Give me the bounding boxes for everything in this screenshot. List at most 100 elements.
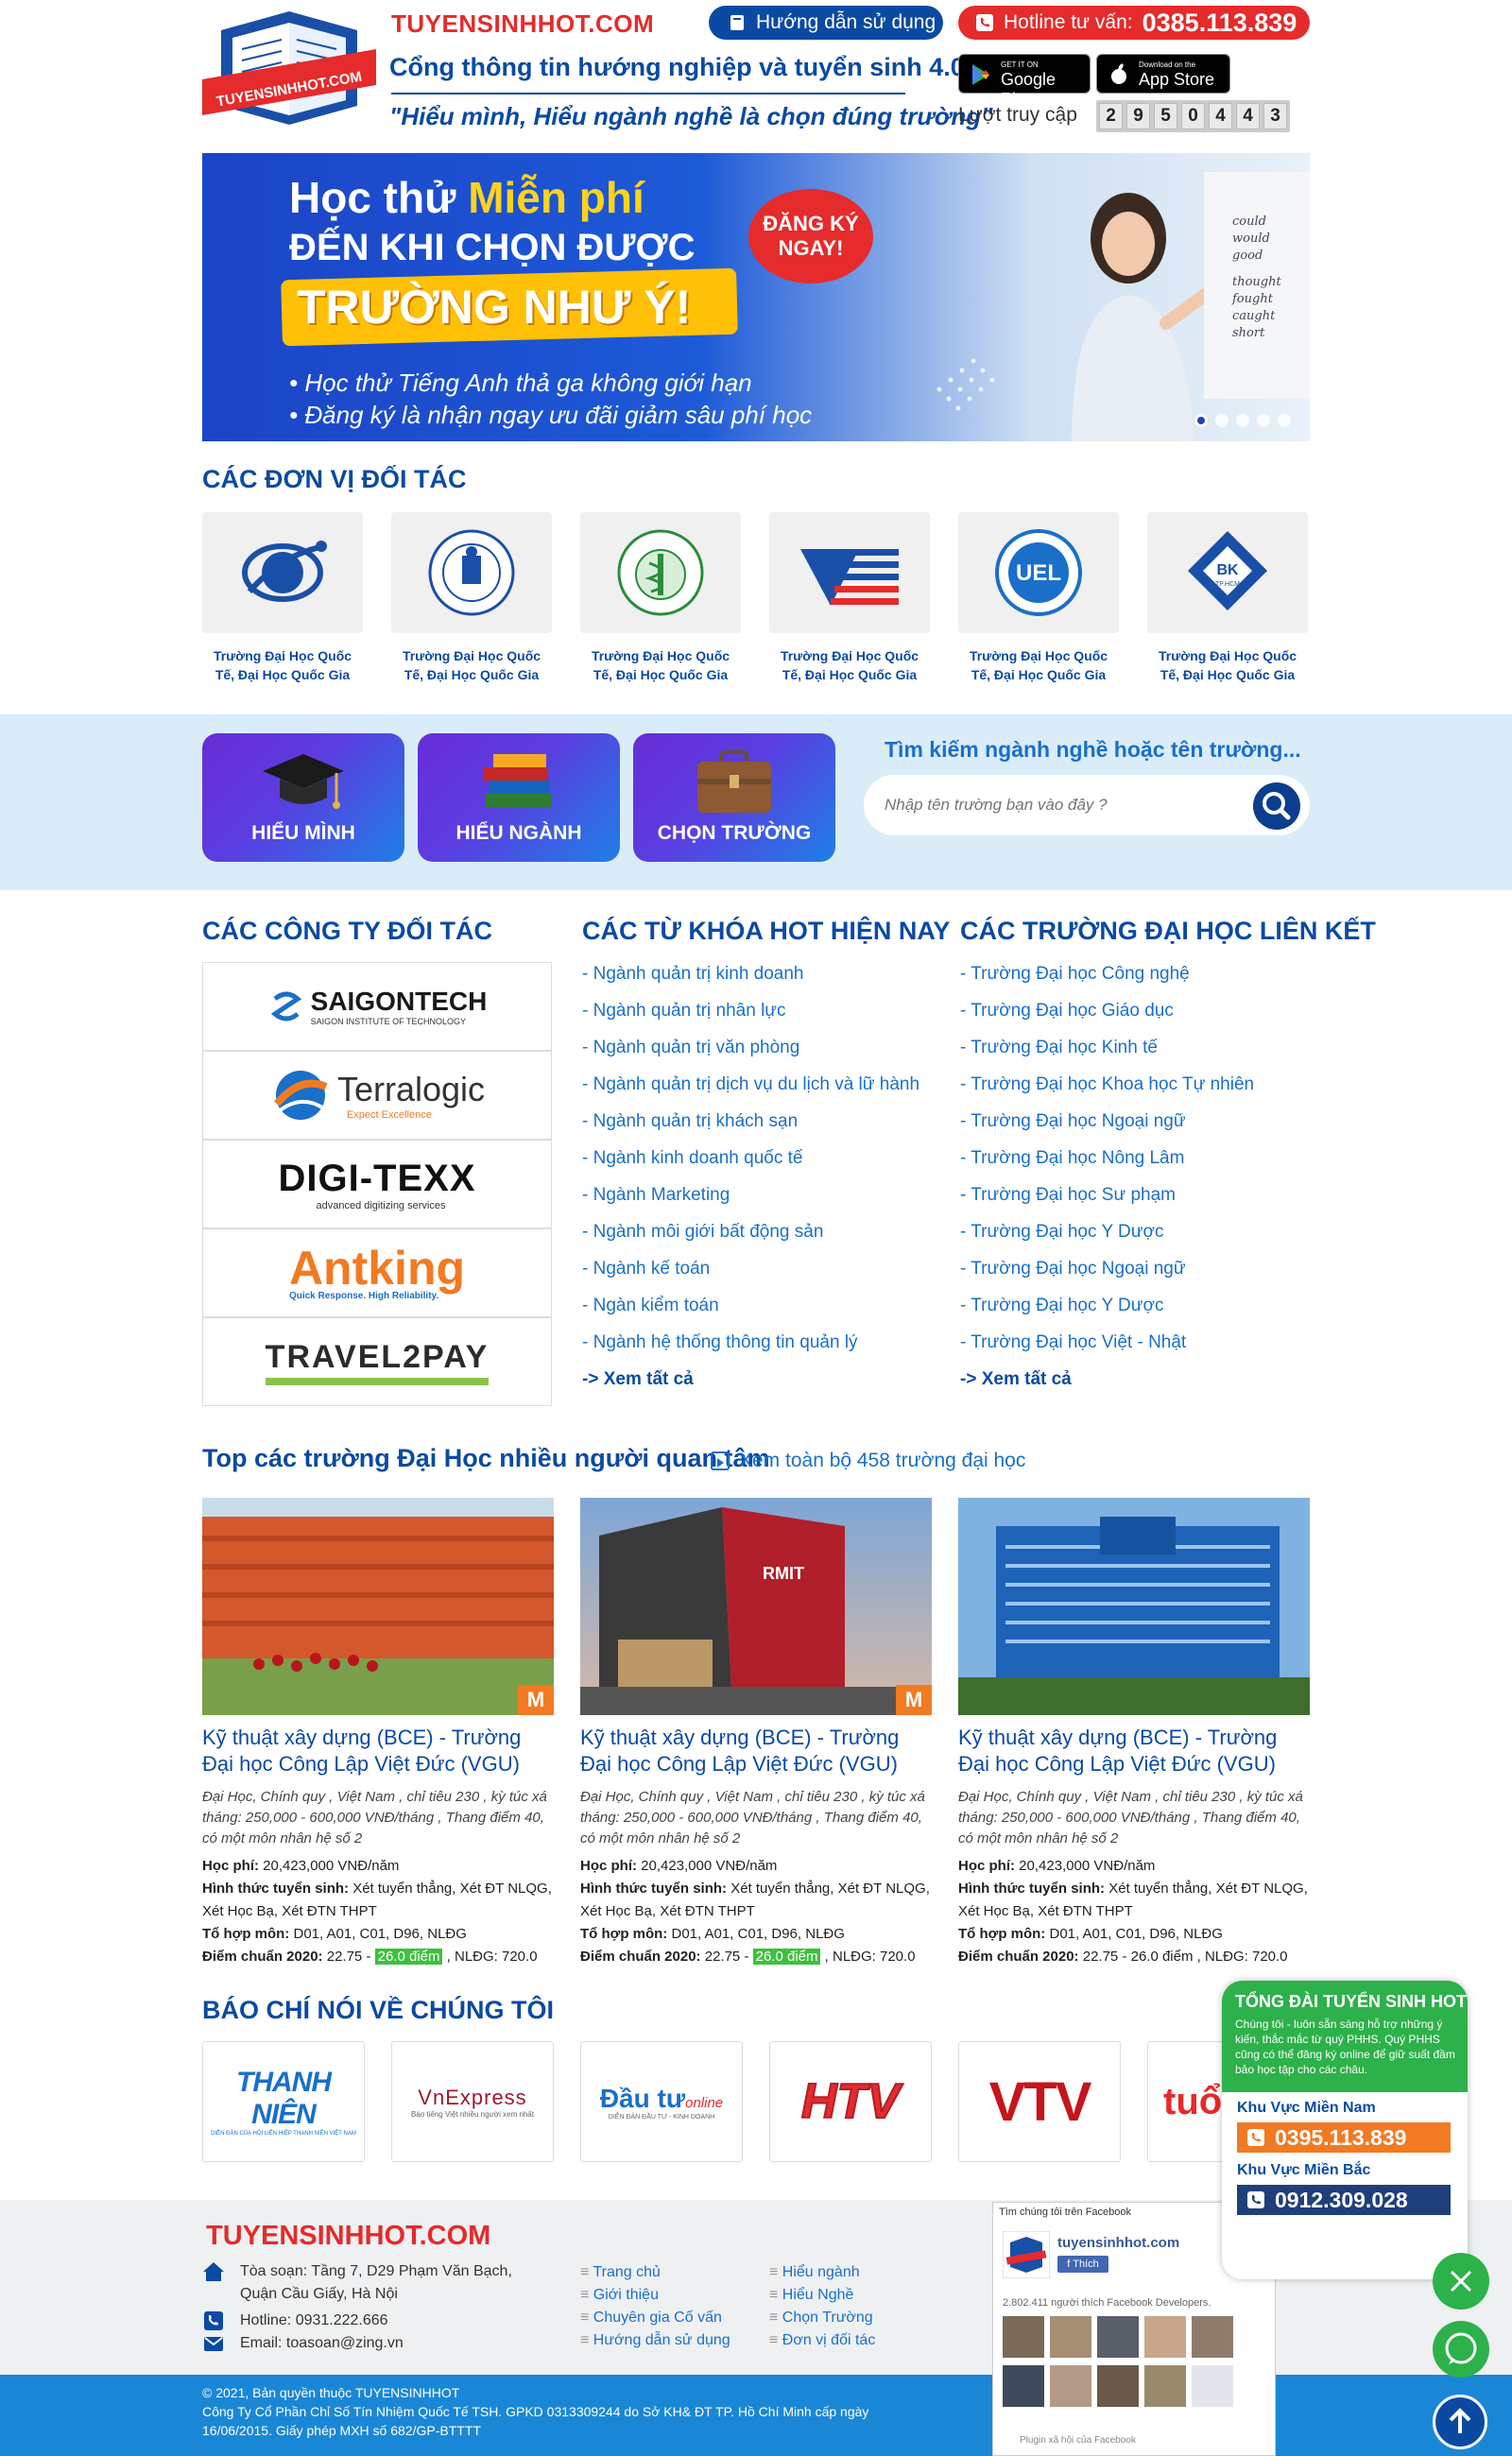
hero-banner[interactable]: Học thử Miễn phí ĐẾN KHI CHỌN ĐƯỢC TRƯỜN… (202, 153, 1310, 441)
banner-dot[interactable] (1194, 414, 1208, 427)
footer-link-about[interactable]: ≡ Giới thiệu (580, 2287, 659, 2304)
school-link[interactable]: - Trường Đại học Giáo dục (960, 1001, 1174, 1022)
school-link[interactable]: - Trường Đại học Ngoại ngữ (960, 1259, 1186, 1280)
school-card[interactable]: M Kỹ thuật xây dựng (BCE) - Trường Đại h… (202, 1498, 554, 1968)
facebook-fan-avatar[interactable] (1097, 2316, 1139, 2358)
facebook-fan-avatar[interactable] (1144, 2316, 1186, 2358)
footer-link-guide[interactable]: ≡ Hướng dẫn sử dụng (580, 2332, 730, 2349)
keyword-link[interactable]: - Ngành hệ thống thông tin quản lý (582, 1332, 858, 1353)
keywords-view-all-link[interactable]: -> Xem tất cả (582, 1369, 694, 1390)
school-link[interactable]: - Trường Đại học Y Dược (960, 1222, 1163, 1243)
choose-school-label: CHỌN TRƯỜNG (657, 822, 812, 844)
register-now-bubble[interactable]: ĐĂNG KÝ NGAY! (748, 189, 873, 283)
company-logo-saigontech[interactable]: SAIGONTECH SAIGON INSTITUTE OF TECHNOLOGY (202, 962, 552, 1051)
search-input[interactable] (885, 790, 1244, 820)
schools-view-all-link[interactable]: -> Xem tất cả (960, 1369, 1072, 1390)
school-link[interactable]: - Trường Đại học Khoa học Tự nhiên (960, 1074, 1254, 1095)
search-button[interactable] (1253, 782, 1300, 830)
facebook-fan-avatar[interactable] (1050, 2316, 1091, 2358)
footer-link-career[interactable]: ≡ Hiểu Nghề (769, 2287, 853, 2304)
press-logo-thanhnien[interactable]: THANH NIÊN DIỄN ĐÀN CỦA HỘI LIÊN HIỆP THA… (202, 2041, 365, 2162)
school-card-desc: Đại Học, Chính quy , Việt Nam , chỉ tiêu… (958, 1789, 1303, 1846)
keyword-link[interactable]: - Ngành Marketing (582, 1185, 730, 1206)
keyword-link[interactable]: - Ngành quản trị nhân lực (582, 1001, 786, 1022)
user-guide-label: Hướng dẫn sử dụng (756, 11, 936, 33)
facebook-fan-avatar[interactable] (1192, 2365, 1233, 2407)
understand-major-button[interactable]: HIỂU NGÀNH (418, 733, 620, 862)
partner-caption: Trường Đại Học Quốc Tế, Đại Học Quốc Gia (402, 648, 541, 682)
keyword-link[interactable]: - Ngành quản trị khách sạn (582, 1111, 798, 1132)
school-link[interactable]: - Trường Đại học Kinh tế (960, 1038, 1158, 1058)
rmit-sign: RMIT (763, 1564, 804, 1583)
choose-school-button[interactable]: CHỌN TRƯỜNG (633, 733, 835, 862)
keyword-link[interactable]: - Ngành kinh doanh quốc tế (582, 1148, 802, 1169)
facebook-fan-avatar[interactable] (1144, 2365, 1186, 2407)
school-link[interactable]: - Trường Đại học Công nghệ (960, 964, 1190, 985)
keyword-link[interactable]: - Ngành quản trị văn phòng (582, 1038, 799, 1058)
school-link[interactable]: - Trường Đại học Nông Lâm (960, 1148, 1184, 1169)
keyword-link[interactable]: - Ngành quản trị dịch vụ du lịch và lữ h… (582, 1074, 919, 1095)
company-logo-terralogic[interactable]: Terralogic Expect Excellence (202, 1051, 552, 1140)
footer-link-partners[interactable]: ≡ Đơn vị đối tác (769, 2332, 875, 2349)
school-card[interactable]: RMIT M Kỹ thuật xây dựng (BCE) - Trường … (580, 1498, 932, 1968)
facebook-fan-avatar[interactable] (1097, 2365, 1139, 2407)
partner-card[interactable]: Trường Đại Học Quốc Tế, Đại Học Quốc Gia (769, 512, 930, 684)
school-card-image[interactable]: RMIT M (580, 1498, 932, 1715)
banner-dot[interactable] (1215, 414, 1228, 427)
school-card[interactable]: Kỹ thuật xây dựng (BCE) - Trường Đại học… (958, 1498, 1310, 1968)
footer-link-choose-school[interactable]: ≡ Chọn Trường (769, 2310, 873, 2327)
company-logo-travel2pay[interactable]: TRAVEL2PAY (202, 1317, 552, 1406)
partner-card[interactable]: Trường Đại Học Quốc Tế, Đại Học Quốc Gia (202, 512, 363, 684)
facebook-fan-avatar[interactable] (1003, 2365, 1044, 2407)
user-guide-button[interactable]: Hướng dẫn sử dụng (709, 6, 943, 40)
facebook-like-button[interactable]: f Thích (1057, 2256, 1108, 2273)
close-hotline-button[interactable] (1433, 2253, 1489, 2310)
keyword-link[interactable]: - Ngành môi giới bất động sản (582, 1222, 823, 1243)
company-logo-digitexx[interactable]: DIGI-TEXX advanced digitizing services (202, 1140, 552, 1228)
press-logo-dautu[interactable]: Đầu tưonline DIỄN ĐÀN ĐẦU TƯ - KINH DOANH (580, 2041, 743, 2162)
school-link[interactable]: - Trường Đại học Sư phạm (960, 1185, 1176, 1206)
scroll-to-top-button[interactable] (1433, 2395, 1487, 2449)
facebook-fan-avatar[interactable] (1192, 2316, 1233, 2358)
south-hotline-button[interactable]: 0395.113.839 (1237, 2122, 1451, 2153)
footer-link-experts[interactable]: ≡ Chuyên gia Cố vấn (580, 2310, 722, 2327)
school-link[interactable]: - Trường Đại học Ngoại ngữ (960, 1111, 1186, 1132)
banner-pagination[interactable] (1194, 414, 1291, 427)
school-card-title[interactable]: Kỹ thuật xây dựng (BCE) - Trường Đại học… (580, 1725, 932, 1778)
press-logo-vnexpress[interactable]: VnExpress Báo tiếng Việt nhiều người xem … (391, 2041, 554, 2162)
chat-button[interactable] (1433, 2321, 1489, 2378)
app-store-button[interactable]: Download on the App Store (1096, 54, 1230, 94)
press-logo-vtv[interactable]: VTV (958, 2041, 1121, 2162)
banner-dot[interactable] (1278, 414, 1291, 427)
banner-dot[interactable] (1257, 414, 1270, 427)
school-link[interactable]: - Trường Đại học Y Dược (960, 1296, 1163, 1316)
view-all-schools-link[interactable]: Xem toàn bộ 458 trường đại học (711, 1450, 1025, 1472)
school-link[interactable]: - Trường Đại học Việt - Nhật (960, 1332, 1186, 1353)
footer-hotline: Hotline: 0931.222.666 (240, 2312, 388, 2328)
school-card-image[interactable]: M (202, 1498, 554, 1715)
google-play-button[interactable]: GET IT ON Google Play (958, 54, 1091, 109)
keyword-link[interactable]: - Ngành kế toán (582, 1259, 710, 1280)
hotline-button[interactable]: Hotline tư vấn: 0385.113.839 (958, 6, 1310, 40)
keyword-link[interactable]: - Ngành quản trị kinh doanh (582, 964, 804, 985)
partner-card[interactable]: BK TP.HCM Trường Đại Học Quốc Tế, Đại Học… (1147, 512, 1308, 684)
footer-brand[interactable]: TUYENSINHHOT.COM (206, 2221, 490, 2252)
footer-link-home[interactable]: ≡ Trang chủ (580, 2264, 661, 2281)
banner-dot[interactable] (1236, 414, 1249, 427)
company-logo-antking[interactable]: Antking Quick Response. High Reliability. (202, 1228, 552, 1317)
press-logo-htv[interactable]: HTV (769, 2041, 932, 2162)
footer-link-major[interactable]: ≡ Hiểu ngành (769, 2264, 860, 2281)
facebook-page-name[interactable]: tuyensinhhot.com (1057, 2235, 1179, 2251)
north-hotline-button[interactable]: 0912.309.028 (1237, 2185, 1451, 2215)
facebook-fan-avatar[interactable] (1050, 2365, 1091, 2407)
school-card-image[interactable] (958, 1498, 1310, 1715)
partner-card[interactable]: Trường Đại Học Quốc Tế, Đại Học Quốc Gia (580, 512, 741, 684)
facebook-fan-avatar[interactable] (1003, 2316, 1044, 2358)
brand-name[interactable]: TUYENSINHHOT.COM (391, 9, 654, 39)
partner-card[interactable]: UEL Trường Đại Học Quốc Tế, Đại Học Quốc… (958, 512, 1119, 684)
partner-card[interactable]: Trường Đại Học Quốc Tế, Đại Học Quốc Gia (391, 512, 552, 684)
school-card-title[interactable]: Kỹ thuật xây dựng (BCE) - Trường Đại học… (202, 1725, 554, 1778)
understand-self-button[interactable]: HIỂU MÌNH (202, 733, 404, 862)
keyword-link[interactable]: - Ngàn kiểm toán (582, 1296, 719, 1316)
school-card-title[interactable]: Kỹ thuật xây dựng (BCE) - Trường Đại học… (958, 1725, 1310, 1778)
